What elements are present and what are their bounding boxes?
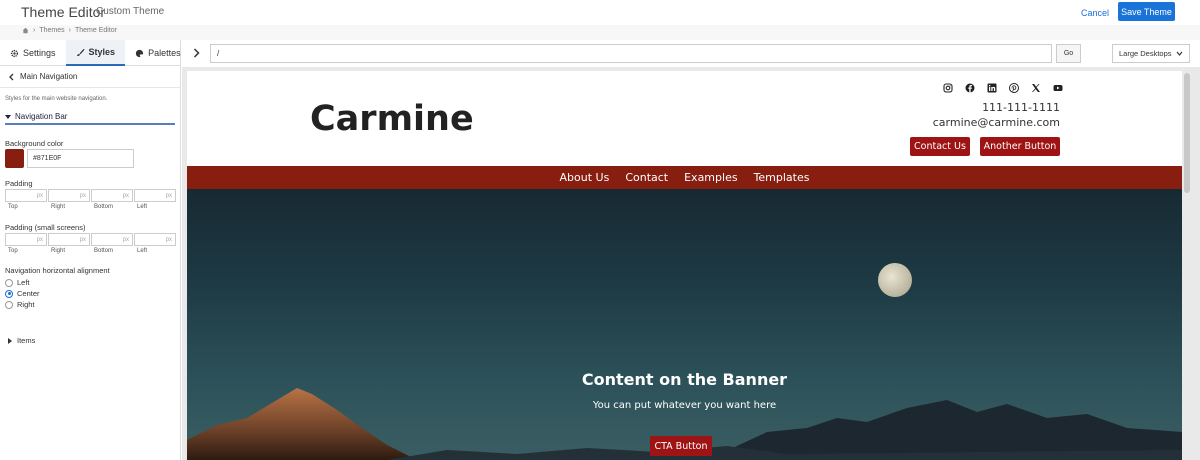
background-color-input[interactable]: #871E0F (27, 149, 134, 168)
site-logo[interactable]: Carmine (310, 99, 474, 139)
device-value: Large Desktops (1119, 49, 1172, 58)
app-title: Theme Editor (21, 4, 106, 20)
banner-subtitle: You can put whatever you want here (592, 400, 777, 411)
padding-small-bottom-input[interactable]: px (91, 233, 133, 246)
home-icon[interactable] (22, 27, 29, 34)
padding-small-bottom-caption: Bottom (94, 248, 114, 254)
radio-left[interactable] (5, 278, 13, 287)
another-button[interactable]: Another Button (980, 137, 1060, 156)
breadcrumb-bar: › Themes › Theme Editor (0, 25, 1200, 40)
preview-area: Carmine 111-111-1111 carmine@carmine.com… (182, 67, 1200, 460)
moon-image (878, 263, 912, 297)
breadcrumb-theme-editor: Theme Editor (74, 27, 118, 34)
site-phone[interactable]: 111-111-1111 (982, 101, 1060, 114)
padding-right-input[interactable]: px (48, 189, 90, 202)
chevron-down-icon (1176, 51, 1183, 56)
radio-right[interactable] (5, 300, 13, 309)
caret-down-icon (5, 114, 11, 119)
chevron-right-icon (193, 48, 200, 58)
go-button[interactable]: Go (1056, 44, 1081, 63)
tab-label: Settings (23, 48, 56, 58)
cancel-button[interactable]: Cancel (1078, 4, 1112, 21)
caret-right-icon (8, 337, 12, 344)
padding-small-top-input[interactable]: px (5, 233, 47, 246)
tab-label: Styles (88, 47, 116, 57)
toggle-panel-button[interactable] (189, 46, 203, 60)
padding-small-right-caption: Right (51, 248, 66, 254)
breadcrumb: › Themes › Theme Editor (22, 27, 117, 34)
padding-left-input[interactable]: px (134, 189, 176, 202)
panel-description: Styles for the main website navigation. (5, 96, 108, 102)
tab-styles[interactable]: Styles (65, 40, 126, 66)
hero-banner: Content on the Banner You can put whatev… (187, 189, 1182, 460)
section-items[interactable]: Items (7, 336, 35, 345)
padding-top-caption: Top (8, 204, 18, 210)
device-select[interactable]: Large Desktops (1112, 44, 1190, 63)
nav-item-templates[interactable]: Templates (754, 171, 810, 184)
x-icon[interactable] (1031, 83, 1041, 93)
padding-left-caption: Left (137, 204, 148, 210)
padding-small-right-input[interactable]: px (48, 233, 90, 246)
alignment-label: Navigation horizontal alignment (5, 266, 110, 275)
radio-label: Right (17, 300, 35, 309)
cta-button[interactable]: CTA Button (650, 436, 712, 456)
align-center-option[interactable]: Center (5, 289, 40, 298)
social-links (943, 83, 1063, 93)
radio-label: Center (17, 289, 40, 298)
url-input[interactable]: / (210, 44, 1052, 63)
align-right-option[interactable]: Right (5, 300, 35, 309)
instagram-icon[interactable] (943, 83, 953, 93)
padding-label: Padding (5, 179, 33, 188)
styles-panel: Settings Styles Palettes Main Navigation… (0, 40, 181, 460)
site-preview[interactable]: Carmine 111-111-1111 carmine@carmine.com… (187, 71, 1182, 460)
breadcrumb-themes[interactable]: Themes (39, 27, 64, 34)
nav-item-contact[interactable]: Contact (625, 171, 668, 184)
tab-label: Palettes (148, 48, 181, 58)
site-navigation: About Us Contact Examples Templates (187, 166, 1182, 189)
color-swatch[interactable] (5, 149, 24, 168)
back-label: Main Navigation (20, 72, 78, 81)
brush-icon (76, 48, 85, 56)
tab-palettes[interactable]: Palettes (125, 40, 191, 66)
align-left-option[interactable]: Left (5, 278, 30, 287)
padding-small-left-input[interactable]: px (134, 233, 176, 246)
save-theme-button[interactable]: Save Theme (1118, 2, 1175, 21)
padding-small-top-caption: Top (8, 248, 18, 254)
theme-name: Custom Theme (96, 6, 165, 17)
radio-center[interactable] (5, 289, 13, 298)
radio-label: Left (17, 278, 30, 287)
nav-item-about-us[interactable]: About Us (560, 171, 610, 184)
palette-icon (135, 49, 144, 57)
nav-item-examples[interactable]: Examples (684, 171, 737, 184)
top-bar: Theme Editor Custom Theme Cancel Save Th… (0, 0, 1200, 25)
site-email[interactable]: carmine@carmine.com (933, 116, 1060, 129)
panel-tabs: Settings Styles Palettes (0, 40, 181, 66)
chevron-left-icon (9, 73, 14, 80)
padding-bottom-caption: Bottom (94, 204, 114, 210)
items-label: Items (17, 336, 36, 345)
breadcrumb-separator: › (33, 27, 36, 34)
preview-toolbar: / Go Large Desktops (182, 40, 1200, 67)
contact-us-button[interactable]: Contact Us (910, 137, 970, 156)
padding-right-caption: Right (51, 204, 66, 210)
facebook-icon[interactable] (965, 83, 975, 93)
back-main-navigation[interactable]: Main Navigation (0, 66, 181, 88)
linkedin-icon[interactable] (987, 83, 997, 93)
pinterest-icon[interactable] (1009, 83, 1019, 93)
background-color-label: Background color (5, 139, 64, 148)
padding-small-left-caption: Left (137, 248, 148, 254)
preview-scrollbar[interactable] (1184, 73, 1190, 193)
gear-icon (10, 49, 19, 57)
breadcrumb-separator: › (68, 27, 71, 34)
banner-title: Content on the Banner (581, 370, 788, 389)
section-navigation-bar[interactable]: Navigation Bar (5, 110, 175, 125)
youtube-icon[interactable] (1053, 83, 1063, 93)
padding-top-input[interactable]: px (5, 189, 47, 202)
section-label: Navigation Bar (15, 112, 68, 121)
padding-bottom-input[interactable]: px (91, 189, 133, 202)
tab-settings[interactable]: Settings (0, 40, 66, 66)
padding-small-label: Padding (small screens) (5, 223, 86, 232)
